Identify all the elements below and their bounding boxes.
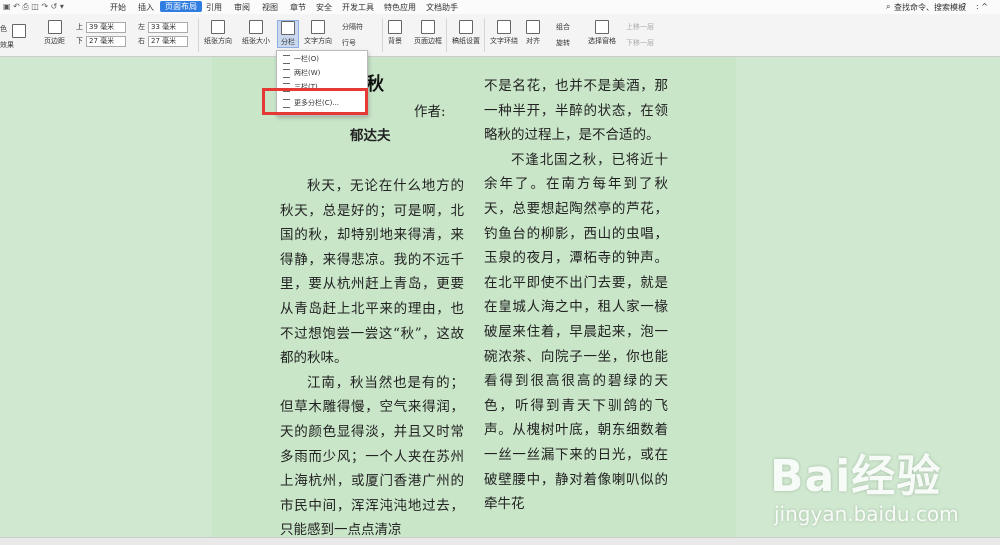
text-direction-icon [311, 20, 325, 34]
paragraph: 不逢北国之秋，已将近十余年了。在南方每年到了秋天，总要想起陶然亭的芦花，钓鱼台的… [484, 151, 668, 513]
margin-bottom-input[interactable]: 27 毫米 [86, 36, 126, 47]
tab-review[interactable]: 审阅 [234, 2, 250, 13]
margin-left-input[interactable]: 33 毫米 [148, 22, 188, 33]
text-wrap-button[interactable]: 文字环绕 [490, 20, 518, 46]
menu-item-one-column[interactable]: 一栏(O) [283, 53, 319, 65]
tab-security[interactable]: 安全 [316, 2, 332, 13]
margin-top-field[interactable]: 上 39 毫米 [76, 22, 126, 33]
tab-insert[interactable]: 插入 [138, 2, 154, 13]
margin-bottom-field[interactable]: 下 27 毫米 [76, 36, 126, 47]
paper-setup-button[interactable]: 稿纸设置 [452, 20, 480, 46]
tab-view[interactable]: 视图 [262, 2, 278, 13]
color-button[interactable]: 色 [0, 24, 7, 34]
text-direction-button[interactable]: 文字方向 [304, 20, 332, 46]
paper-setup-icon [459, 20, 473, 34]
ribbon-toolbar: 色 效果 页边距 上 39 毫米 下 27 毫米 左 33 毫米 右 27 毫米… [0, 14, 1000, 57]
align-icon [526, 20, 540, 34]
tab-doc-assistant[interactable]: 文档助手 [426, 2, 458, 13]
tab-start[interactable]: 开始 [110, 2, 126, 13]
effect-dropdown[interactable]: 效果 [0, 40, 14, 50]
line-number-button[interactable]: 行号 [342, 38, 356, 48]
columns-button[interactable]: 分栏 [277, 20, 299, 48]
rotate-button[interactable]: 旋转 [556, 38, 570, 48]
text-column-2[interactable]: 不是名花，也并不是美酒，那一种半开，半醉的状态，在领略秋的过程上，是不合适的。 … [484, 74, 668, 517]
margin-right-input[interactable]: 27 毫米 [148, 36, 188, 47]
baidu-watermark: Bai经验 jingyan.baidu.com [770, 440, 1000, 540]
orientation-button[interactable]: 纸张方向 [204, 20, 232, 46]
text-wrap-icon [497, 20, 511, 34]
separator-button[interactable]: 分隔符 [342, 22, 363, 32]
quick-access-icons[interactable]: ▣ ↶ ⎙ ◫ ↷ ↺ ▾ [3, 2, 64, 12]
background-icon [388, 20, 402, 34]
watermark-url: jingyan.baidu.com [774, 502, 959, 526]
orientation-icon [211, 20, 225, 34]
align-button[interactable]: 对齐 [526, 20, 540, 46]
paper-size-icon [249, 20, 263, 34]
tab-references[interactable]: 引用 [206, 2, 222, 13]
margin-right-field[interactable]: 右 27 毫米 [138, 36, 188, 47]
tab-developer[interactable]: 开发工具 [342, 2, 374, 13]
bring-forward-button[interactable]: 上移一层 [626, 22, 654, 32]
paper-size-button[interactable]: 纸张大小 [242, 20, 270, 46]
margin-left-field[interactable]: 左 33 毫米 [138, 22, 188, 33]
divider [382, 18, 383, 52]
command-search[interactable]: 查找命令、搜索模板 [894, 2, 966, 13]
divider [446, 18, 447, 52]
highlight-box [262, 88, 368, 115]
search-icon[interactable]: ⌕ [886, 2, 890, 12]
menu-item-two-columns[interactable]: 两栏(W) [283, 67, 320, 79]
send-backward-button[interactable]: 下移一层 [626, 38, 654, 48]
background-button[interactable]: 背景 [388, 20, 402, 46]
columns-icon [281, 21, 295, 35]
paragraph: 不是名花，也并不是美酒，那一种半开，半醉的状态，在领略秋的过程上，是不合适的。 [484, 78, 668, 144]
tab-features[interactable]: 特色应用 [384, 2, 416, 13]
text-column-1[interactable]: 秋天，无论在什么地方的秋天，总是好的；可是啊，北国的秋，却特别地来得清，来得静，… [280, 174, 464, 543]
one-column-icon [283, 54, 290, 64]
tab-chapter[interactable]: 章节 [290, 2, 306, 13]
menu-bar: ▣ ↶ ⎙ ◫ ↷ ↺ ▾ 开始 插入 页面布局 引用 审阅 视图 章节 安全 … [0, 0, 1000, 14]
margin-button[interactable]: 页边距 [44, 20, 65, 46]
window-controls-icon[interactable]: : ^ [976, 2, 988, 11]
author-label: 作者: [414, 104, 446, 120]
margin-icon [47, 20, 62, 34]
tab-page-layout[interactable]: 页面布局 [160, 1, 202, 12]
divider [484, 18, 485, 52]
page-border-button[interactable]: 页面边框 [414, 20, 442, 46]
author-name: 郁达夫 [350, 128, 391, 144]
paragraph: 秋天，无论在什么地方的秋天，总是好的；可是啊，北国的秋，却特别地来得清，来得静，… [280, 178, 464, 367]
help-button[interactable]: ? [962, 2, 966, 11]
page-border-icon [421, 20, 435, 34]
selection-pane-icon [595, 20, 609, 34]
theme-icon[interactable] [12, 24, 26, 40]
selection-pane-button[interactable]: 选择窗格 [588, 20, 616, 46]
group-button[interactable]: 组合 [556, 22, 570, 32]
margin-top-input[interactable]: 39 毫米 [86, 22, 126, 33]
divider [198, 18, 199, 52]
watermark-brand: Bai经验 [770, 451, 942, 502]
paragraph: 江南，秋当然也是有的；但草木雕得慢，空气来得润，天的颜色显得淡，并且又时常多雨而… [280, 374, 464, 539]
two-columns-icon [283, 68, 290, 78]
